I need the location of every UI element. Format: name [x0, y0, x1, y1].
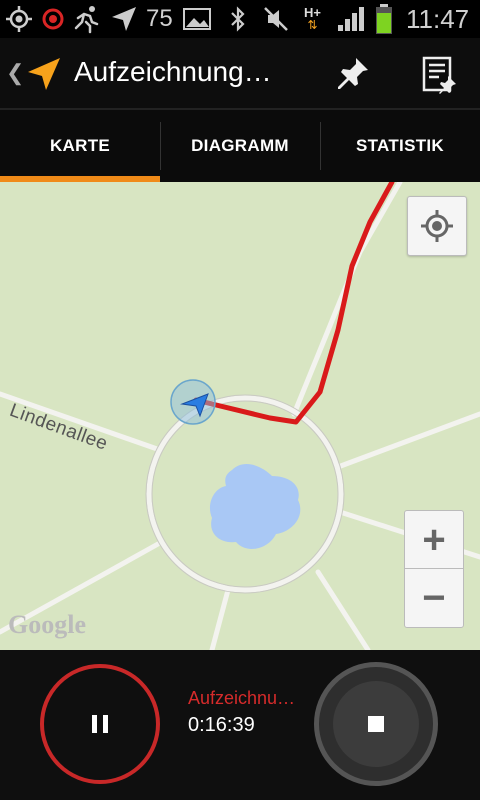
road-east	[335, 411, 480, 470]
notification-count: 75	[146, 5, 173, 32]
tab-statistik[interactable]: STATISTIK	[320, 110, 480, 182]
battery-icon	[374, 0, 394, 38]
pause-button[interactable]	[40, 664, 160, 784]
status-bar: 75 H+ ⇅ 11:47	[0, 0, 480, 38]
add-marker-note-button[interactable]	[414, 52, 466, 96]
recording-status-label: Aufzeichnu…	[188, 688, 296, 708]
plus-icon: +	[422, 517, 446, 562]
map-view[interactable]: Lindenallee Google + −	[0, 182, 480, 650]
page-title: Aufzeichnung…	[74, 56, 272, 87]
minus-icon: −	[422, 575, 446, 620]
pond-water	[209, 463, 301, 549]
stop-button-face	[333, 681, 419, 767]
my-location-button[interactable]	[407, 196, 467, 256]
record-icon	[40, 0, 66, 38]
pause-icon	[92, 715, 108, 733]
google-logo: Google	[8, 610, 86, 639]
action-bar: ❮ Aufzeichnung…	[0, 38, 480, 110]
note-pin-icon	[422, 56, 456, 94]
recording-controls: Aufzeichnu… 0:16:39	[0, 650, 480, 800]
image-icon	[182, 0, 212, 38]
crosshair-icon	[421, 210, 453, 242]
tab-bar: KARTE DIAGRAMM STATISTIK	[0, 110, 480, 182]
tab-diagramm[interactable]: DIAGRAMM	[160, 110, 320, 182]
mute-icon	[262, 0, 290, 38]
runner-icon	[72, 0, 102, 38]
track-line	[193, 182, 395, 425]
zoom-out-button[interactable]: −	[404, 568, 464, 628]
navigation-icon	[110, 0, 138, 38]
back-chevron-icon[interactable]: ❮	[6, 60, 24, 86]
tab-diagramm-label: DIAGRAMM	[191, 136, 289, 155]
stop-button[interactable]	[314, 662, 438, 786]
road-southeast	[315, 569, 371, 650]
tab-karte[interactable]: KARTE	[0, 110, 160, 182]
bluetooth-icon	[228, 0, 248, 38]
road-south	[209, 587, 231, 650]
gps-icon	[6, 0, 32, 38]
stop-icon	[368, 716, 384, 732]
pin-icon	[338, 58, 368, 89]
status-time: 11:47	[406, 3, 470, 34]
data-hplus-icon: H+ ⇅	[304, 0, 321, 38]
zoom-in-button[interactable]: +	[404, 510, 464, 569]
pin-button[interactable]	[326, 52, 380, 96]
elapsed-time: 0:16:39	[188, 714, 255, 736]
tab-karte-label: KARTE	[49, 136, 111, 155]
tab-statistik-label: STATISTIK	[355, 136, 444, 155]
app-logo-arrow-icon[interactable]	[24, 54, 64, 94]
signal-icon	[336, 0, 368, 38]
data-arrows-icon: ⇅	[307, 18, 318, 32]
